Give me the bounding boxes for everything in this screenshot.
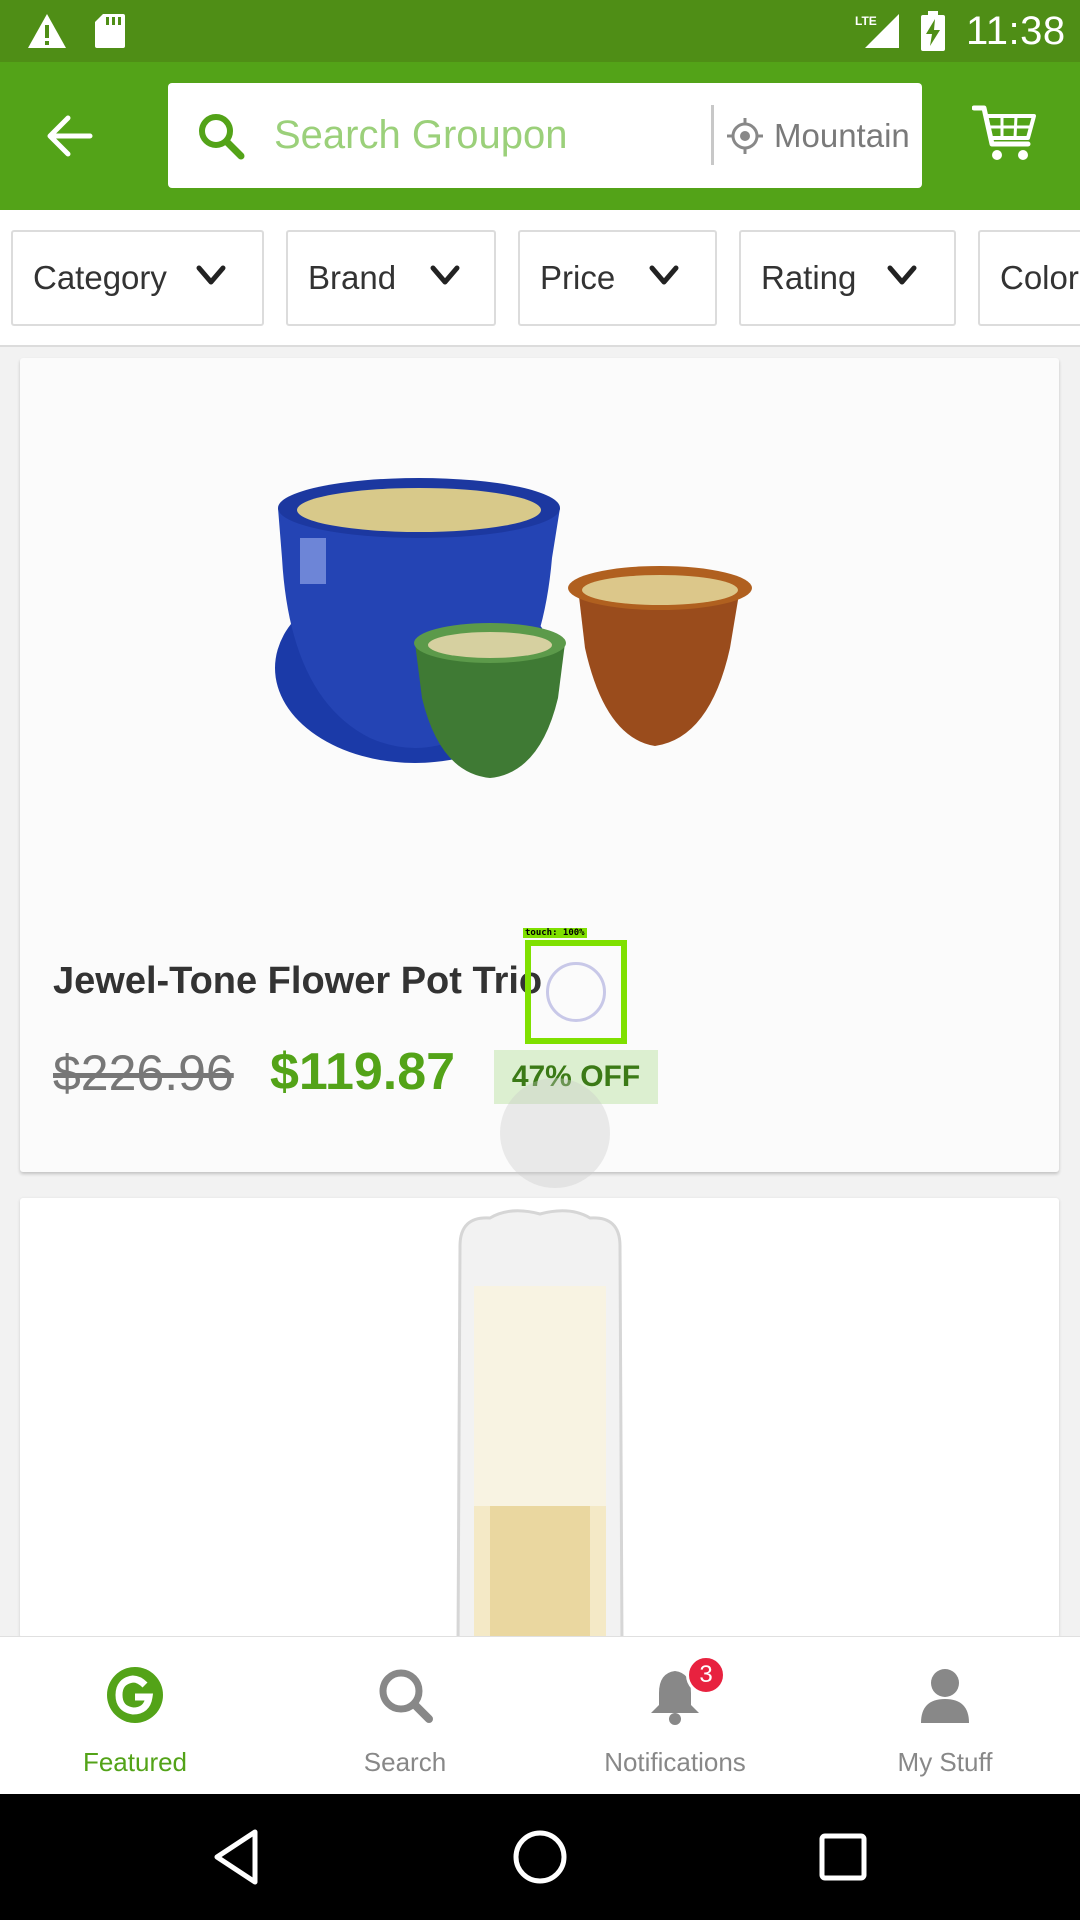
nav-label: Featured [82,1747,188,1777]
filter-label: Brand [308,259,397,296]
product-image [275,478,752,778]
person-icon [921,1669,969,1723]
search-icon [379,1669,433,1723]
warning-icon [28,14,66,48]
search-icon [199,114,245,160]
cart-icon[interactable] [972,102,1038,164]
filter-bar: Category Brand Price Rating Color [0,210,1080,347]
system-back-icon[interactable] [205,1824,271,1890]
filter-rating[interactable]: Rating [739,230,956,326]
original-price: $226.96 [53,1045,234,1101]
product-image [456,1209,624,1638]
product-title: Jewel-Tone Flower Pot Trio [53,960,543,1002]
filter-category[interactable]: Category [11,230,264,326]
touch-ripple [500,1078,610,1188]
clock: 11:38 [966,9,1066,53]
chevron-down-icon [430,265,460,285]
chevron-down-icon [887,265,917,285]
back-arrow-icon [47,115,93,157]
search-input[interactable]: Search Groupon [274,113,568,158]
bottom-navigation: Featured Search 3 Notifications My Stuff [0,1636,1080,1794]
filter-label: Category [33,259,167,296]
nav-label: Search [363,1747,447,1777]
chevron-down-icon [196,265,226,285]
system-recents-icon[interactable] [810,1824,876,1890]
filter-color[interactable]: Color [978,230,1080,326]
app-bar: Search Groupon Mountain View [0,62,1080,210]
nav-search[interactable]: Search [270,1637,540,1795]
nav-notifications[interactable]: 3 Notifications [540,1637,810,1795]
battery-charging-icon [921,11,945,51]
nav-featured[interactable]: Featured [0,1637,270,1795]
search-divider [711,105,714,165]
signal-icon: LTE [855,14,899,48]
filter-label: Color [1000,259,1079,296]
notification-badge: 3 [686,1655,726,1695]
location-target-icon [727,118,763,154]
sd-card-icon [95,14,125,48]
filter-label: Price [540,259,616,296]
touch-indicator-label: touch: 100% [523,928,587,938]
back-button[interactable] [40,106,100,166]
nav-my-stuff[interactable]: My Stuff [810,1637,1080,1795]
chevron-down-icon [649,265,679,285]
groupon-g-icon [107,1667,163,1723]
system-home-icon[interactable] [507,1824,573,1890]
location-selector[interactable]: Mountain View [774,117,910,155]
product-card[interactable]: Jewel-Tone Flower Pot Trio $226.96 $119.… [20,358,1059,1188]
product-card[interactable] [20,1198,1059,1638]
sale-price: $119.87 [270,1043,456,1101]
search-bar[interactable]: Search Groupon Mountain View [168,83,922,188]
svg-text:LTE: LTE [855,14,877,28]
nav-label: My Stuff [897,1747,993,1777]
filter-label: Rating [761,259,857,296]
system-navigation-bar [0,1794,1080,1920]
status-bar: LTE 11:38 [0,0,1080,62]
nav-label: Notifications [604,1747,746,1777]
filter-price[interactable]: Price [518,230,717,326]
touch-indicator-circle [546,962,606,1022]
filter-brand[interactable]: Brand [286,230,496,326]
